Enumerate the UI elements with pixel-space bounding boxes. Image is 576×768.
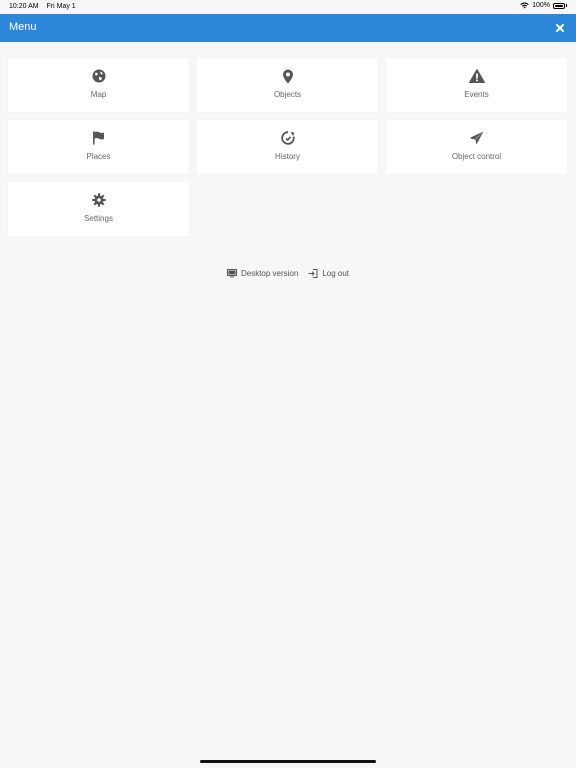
paper-plane-icon: [386, 131, 567, 147]
warning-icon: [386, 69, 567, 85]
menu-item-places[interactable]: Places: [8, 120, 189, 174]
menu-item-object-control[interactable]: Object control: [386, 120, 567, 174]
menu-item-events[interactable]: Events: [386, 58, 567, 112]
menu-item-history[interactable]: History: [197, 120, 378, 174]
menu-item-label: Objects: [273, 90, 302, 99]
logout-link[interactable]: Log out: [308, 269, 349, 278]
status-date: Fri May 1: [46, 3, 76, 10]
status-time: 10:20 AM: [9, 3, 39, 10]
desktop-version-label: Desktop version: [240, 269, 299, 278]
menu-item-label: Map: [90, 90, 107, 99]
battery-percent: 100%: [532, 2, 550, 9]
close-button[interactable]: [554, 22, 566, 34]
history-icon: [197, 131, 378, 147]
logout-icon: [308, 269, 318, 278]
close-icon: [556, 24, 564, 32]
menu-item-settings[interactable]: Settings: [8, 182, 189, 236]
bottom-links: Desktop version Log out: [0, 269, 576, 278]
menu-item-label: Object control: [451, 152, 502, 161]
logout-label: Log out: [322, 269, 350, 278]
flag-icon: [8, 131, 189, 147]
status-bar: 10:20 AM Fri May 1 100%: [0, 0, 576, 14]
menu-item-map[interactable]: Map: [8, 58, 189, 112]
desktop-version-link[interactable]: Desktop version: [226, 269, 299, 278]
menu-item-label: History: [275, 152, 300, 161]
battery-icon: [553, 2, 565, 9]
globe-icon: [8, 69, 189, 85]
menu-item-label: Places: [86, 152, 111, 161]
menu-header: Menu: [0, 14, 576, 42]
gear-icon: [8, 193, 189, 209]
monitor-icon: [226, 269, 237, 278]
home-indicator[interactable]: [200, 760, 376, 763]
menu-item-label: Events: [464, 90, 489, 99]
menu-item-objects[interactable]: Objects: [197, 58, 378, 112]
page-title: Menu: [9, 21, 37, 33]
wifi-icon: [520, 2, 529, 9]
menu-item-label: Settings: [84, 214, 113, 223]
location-pin-icon: [197, 69, 378, 85]
